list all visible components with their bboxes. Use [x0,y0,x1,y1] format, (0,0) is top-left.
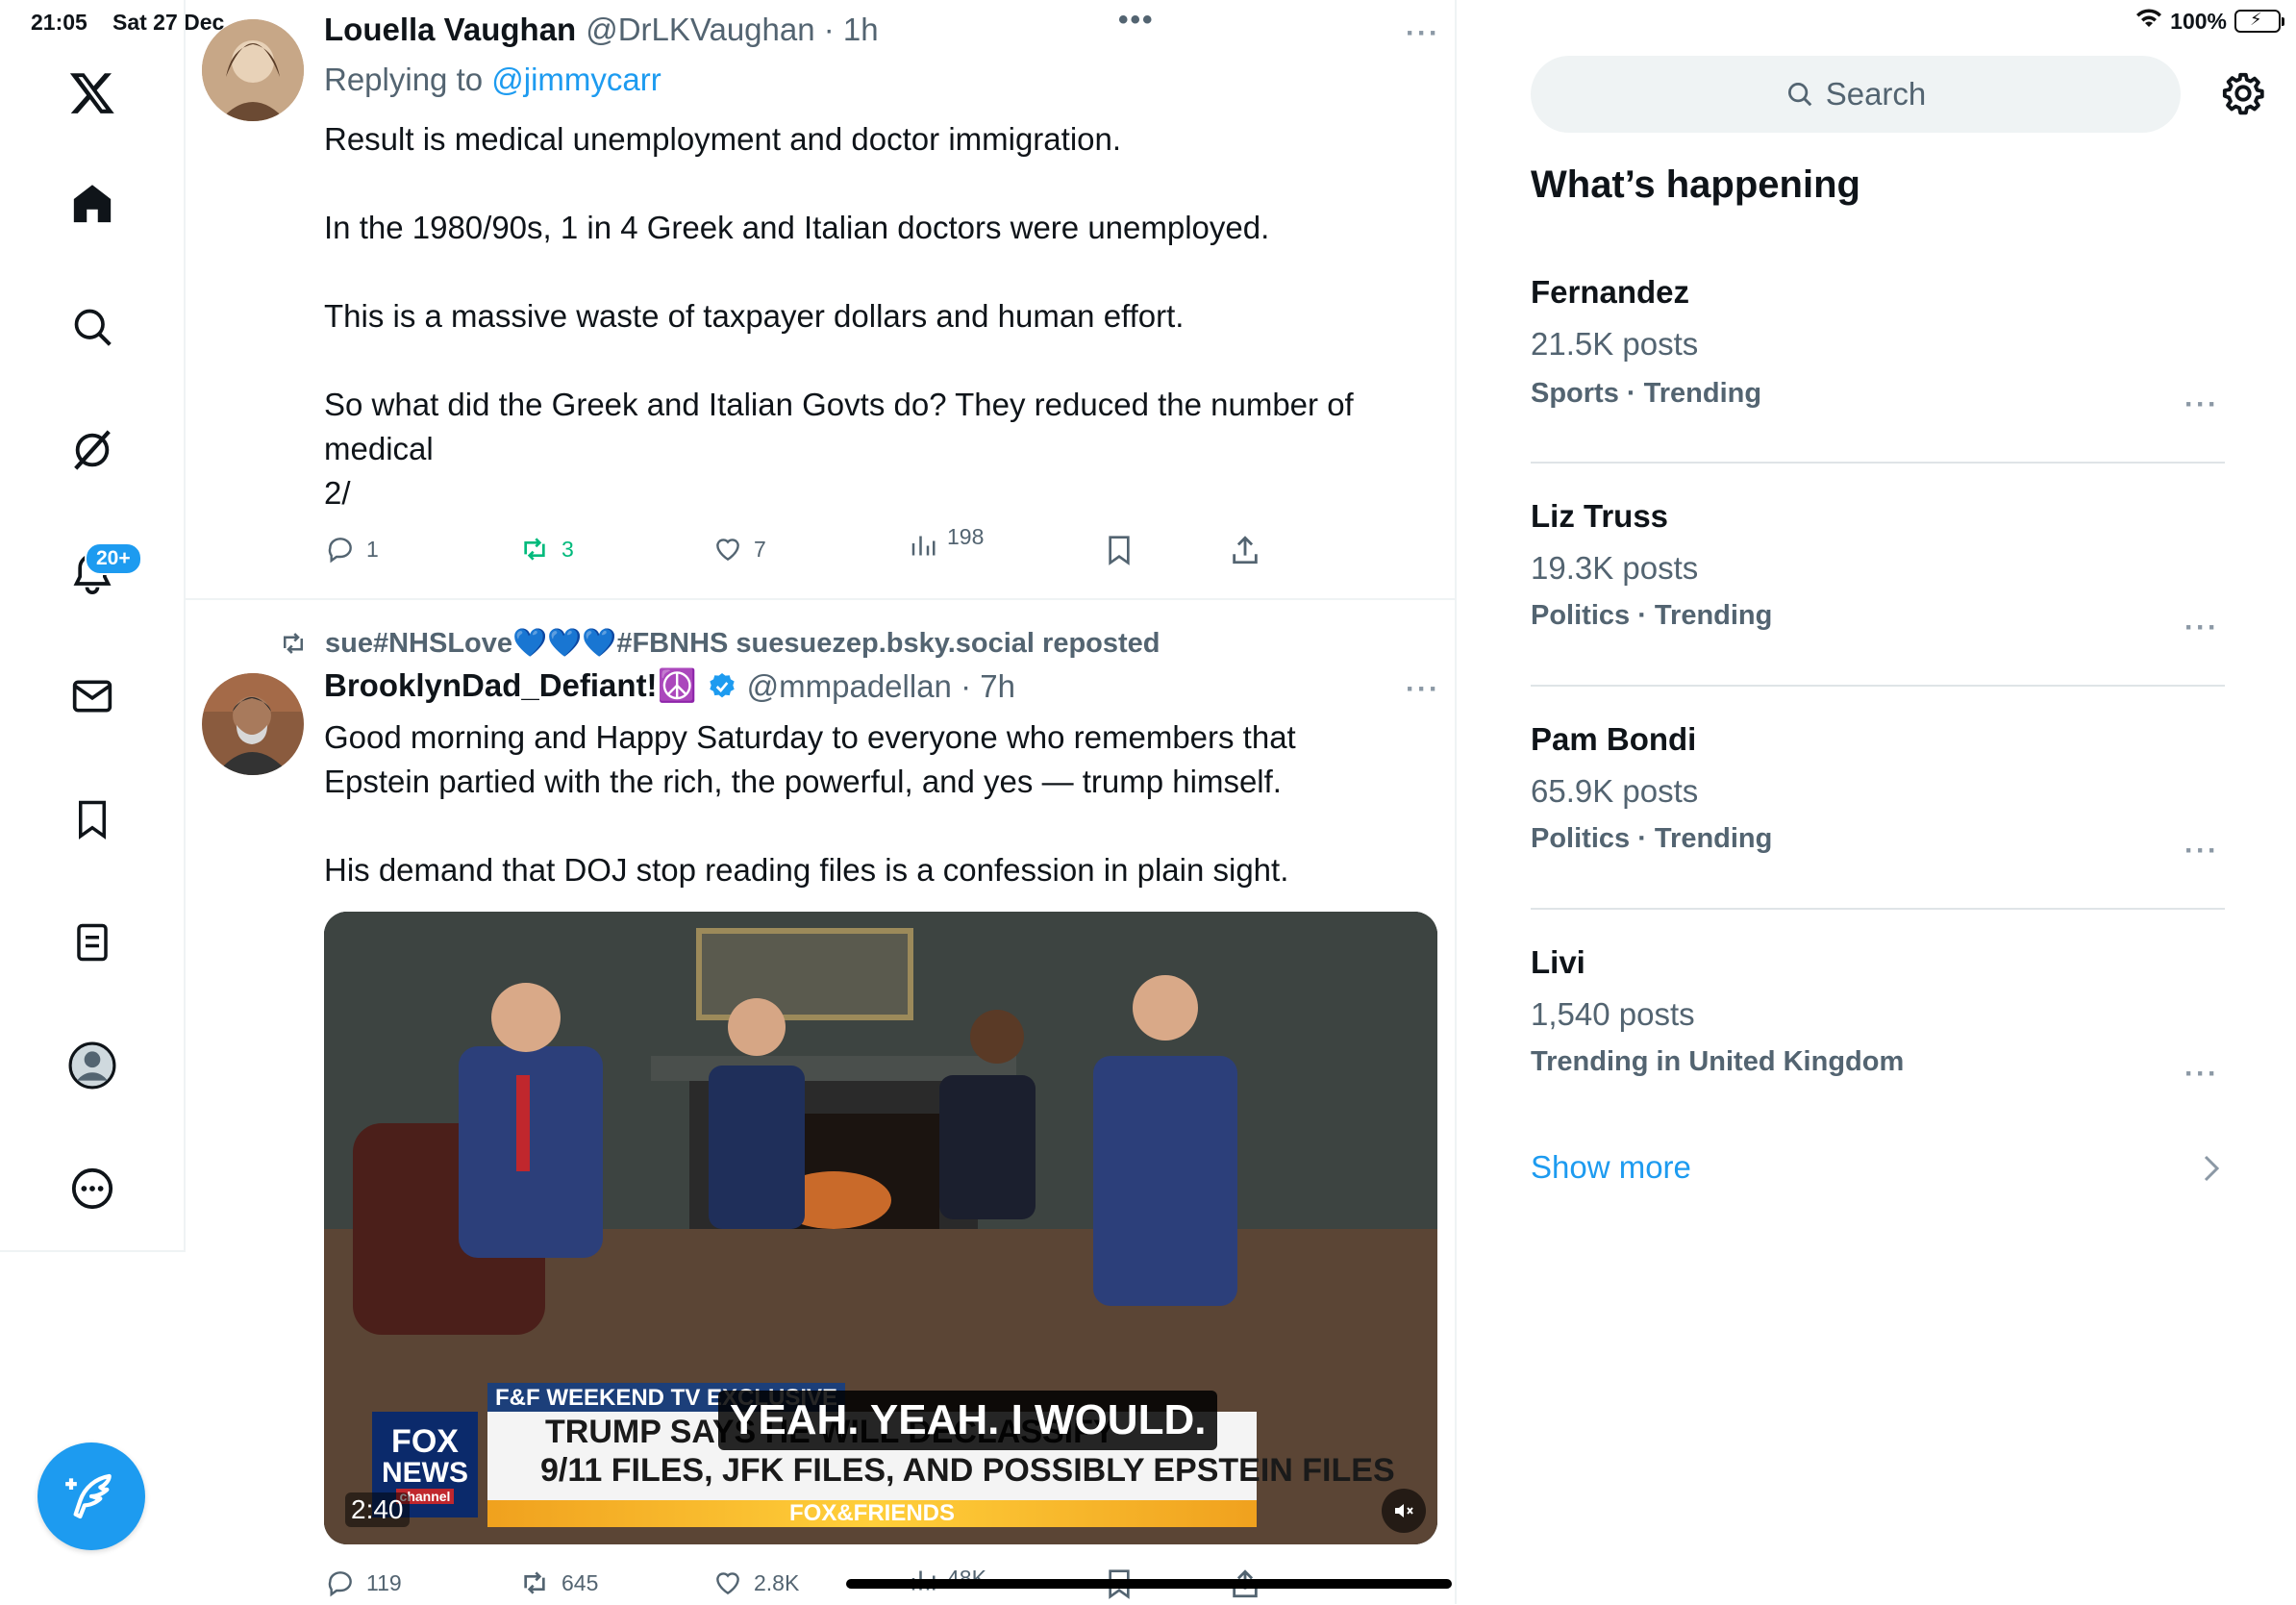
reply-icon [328,1571,352,1597]
settings-button[interactable] [2221,71,2265,120]
avatar-brooklyndad[interactable] [202,673,304,775]
battery-percent: 100% [2170,8,2227,34]
tweet-divider [186,598,1457,600]
tweet2-header: BrooklynDad_Defiant!☮️ @mmpadellan · 7h [324,667,1015,705]
tweet2-video[interactable]: F&F WEEKEND TV EXCLUSIVE TRUMP SAYS HE W… [324,912,1437,1544]
tweet1-replying-to: Replying to @jimmycarr [324,62,661,97]
trend-more-icon[interactable]: ··· [2184,389,2219,421]
video-mute-button[interactable] [1382,1489,1426,1533]
tweet2-author-name[interactable]: BrooklynDad_Defiant!☮️ [324,667,697,705]
search-icon [1787,83,1812,107]
wifi-icon [2135,8,2162,35]
compose-feather-icon [65,1473,112,1519]
repost-icon [524,538,545,561]
tweet2-text: Good morning and Happy Saturday to every… [324,719,1296,888]
trend-more-icon[interactable]: ··· [2184,1058,2219,1091]
tweet1-bookmark-button[interactable] [1104,534,1135,571]
trend-more-icon[interactable]: ··· [2184,835,2219,867]
battery-icon: ⚡ [2234,10,2284,33]
video-show-bar: FOX&FRIENDS [487,1500,1257,1527]
mute-icon [1395,1504,1413,1517]
status-indicators: 100% ⚡ [2135,8,2284,35]
sidebar-divider [0,1250,186,1252]
video-show-name: FOX&FRIENDS [788,1500,955,1526]
compose-post-button[interactable] [37,1442,145,1550]
tweet1-more-icon[interactable]: ··· [1406,17,1440,50]
bookmark-icon [1109,536,1130,565]
home-indicator[interactable] [846,1579,1452,1589]
tweet1-repost-button[interactable]: 3 [517,534,574,564]
tweet2-repost-button[interactable]: 645 [517,1567,598,1598]
tweet1-author-name[interactable]: Louella Vaughan [324,12,576,48]
sidebar-nav: 20+ [0,0,186,1250]
tweet2-like-button[interactable]: 2.8K [711,1567,799,1598]
chevron-right-icon [2202,1154,2221,1188]
top-more-icon[interactable]: ••• [1118,4,1155,37]
tweet1-like-button[interactable]: 7 [711,534,766,564]
gear-icon [2222,72,2264,115]
trend-divider [1531,908,2225,910]
search-placeholder: Search [1825,76,1927,112]
heart-icon [716,539,739,562]
heart-icon [716,1572,739,1595]
share-icon [1233,536,1258,564]
reply-icon [328,538,352,564]
trend-divider [1531,685,2225,687]
video-headline-line2: 9/11 FILES, JFK FILES, AND POSSIBLY EPST… [540,1452,1395,1489]
views-icon [911,536,936,556]
trend-more-icon[interactable]: ··· [2184,612,2219,644]
lists-icon[interactable] [62,912,123,973]
search-input[interactable]: Search [1531,56,2181,133]
trend-divider [1531,462,2225,464]
trend-item[interactable]: Liz Truss 19.3K posts Politics · Trendin… [1531,498,1772,632]
tweet2-reply-button[interactable]: 119 [324,1567,402,1598]
repost-context-label[interactable]: sue#NHSLove💙💙💙#FBNHS suesuezep.bsky.soci… [325,627,1160,660]
more-icon[interactable] [62,1158,123,1219]
tweet1-share-button[interactable] [1229,534,1261,571]
x-logo-icon[interactable] [62,62,123,123]
tweet1-reply-button[interactable]: 1 [324,534,379,564]
repost-context-icon [284,633,303,654]
tweet1-header: Louella Vaughan @DrLKVaughan · 1h [324,12,879,48]
trend-item[interactable]: Pam Bondi 65.9K posts Politics · Trendin… [1531,721,1772,855]
trend-item[interactable]: Fernandez 21.5K posts Sports · Trending [1531,274,1761,410]
whats-happening-title: What’s happening [1531,163,1860,206]
tweet2-views-button[interactable]: 48K [909,1562,986,1594]
show-more-link[interactable]: Show more [1531,1149,1691,1186]
tweet1-views-button[interactable]: 198 [909,524,984,560]
repost-icon [524,1571,545,1594]
grok-icon[interactable] [62,419,123,481]
verified-badge-icon [709,672,735,697]
tweet1-text: Result is medical unemployment and docto… [324,121,1354,511]
profile-icon[interactable] [62,1035,123,1096]
tweet2-author-handle[interactable]: @mmpadellan · 7h [747,668,1015,705]
avatar-louella[interactable] [202,19,304,121]
repost-context: sue#NHSLove💙💙💙#FBNHS suesuezep.bsky.soci… [277,627,1160,660]
video-caption: YEAH. YEAH. I WOULD. [718,1391,1218,1450]
tweet1-reply-handle-link[interactable]: @jimmycarr [491,62,661,97]
trend-item[interactable]: Livi 1,540 posts Trending in United King… [1531,944,1904,1078]
home-icon[interactable] [62,173,123,235]
notifications-badge: 20+ [85,542,142,575]
views-icon [911,1570,936,1591]
video-duration: 2:40 [345,1492,410,1527]
messages-icon[interactable] [62,665,123,727]
tweet1-author-handle[interactable]: @DrLKVaughan · 1h [586,12,878,48]
tweet2-more-icon[interactable]: ··· [1406,673,1440,706]
bookmarks-icon[interactable] [62,789,123,850]
search-icon[interactable] [62,296,123,358]
